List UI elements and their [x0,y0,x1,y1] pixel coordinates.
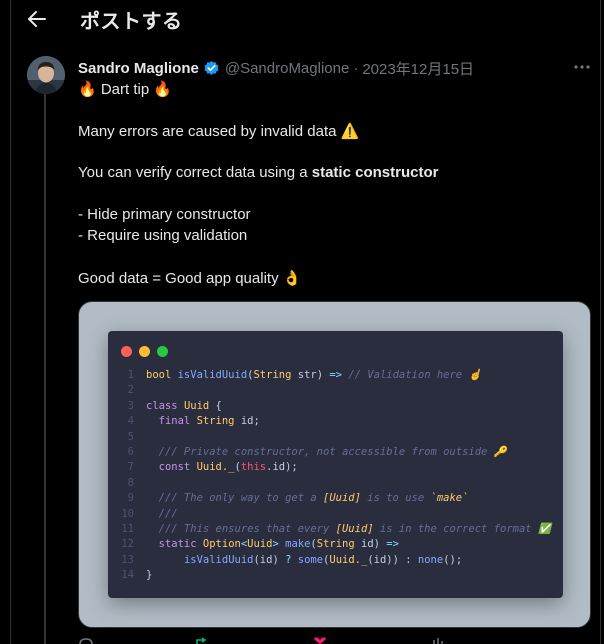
action-bar [78,637,591,644]
line-number: 14 [121,569,134,582]
line-number: 9 [127,492,134,505]
views-icon[interactable] [430,637,446,644]
code-line: 11 /// This ensures that every [Uuid] is… [108,522,563,537]
author-name[interactable]: Sandro Maglione [78,60,199,77]
code-line: 8 [108,476,563,491]
line-number: 3 [127,399,134,412]
post-detail-page: ポストする Sandro Maglione @SandroMaglione · … [0,0,604,644]
line-number: 2 [127,384,134,397]
line-number: 13 [121,553,134,566]
code-line: 1 bool isValidUuid(String str) => // Val… [108,368,563,383]
tweet-line-1: 🔥 Dart tip 🔥 [78,81,173,98]
code-line: 6 /// Private constructor, not accessibl… [108,445,563,460]
column-divider-right [600,0,601,644]
post-media-image[interactable]: 1 bool isValidUuid(String str) => // Val… [78,301,591,628]
window-zoom-dot [157,346,168,357]
code-line: 12 static Option<Uuid> make(String id) =… [108,537,563,552]
back-arrow-icon [28,11,46,27]
tweet-line-2: Many errors are caused by invalid data ⚠… [78,123,360,140]
author-handle[interactable]: @SandroMaglione [225,60,349,77]
column-divider-left [10,0,11,644]
window-minimize-dot [139,346,150,357]
code-line: 13 isValidUuid(id) ? some(Uuid._(id)) : … [108,553,563,568]
code-window: 1 bool isValidUuid(String str) => // Val… [108,331,563,598]
code-line: 5 [108,430,563,445]
code-block: 1 bool isValidUuid(String str) => // Val… [108,368,563,583]
repost-icon[interactable] [194,637,210,644]
tweet-line-5: - Require using validation [78,227,248,244]
author-avatar[interactable] [27,56,65,94]
more-options-button[interactable] [572,58,592,76]
line-number: 12 [121,538,134,551]
tweet-line-6: Good data = Good app quality 👌 [78,270,302,287]
back-button[interactable] [27,9,47,29]
author-row: Sandro Maglione @SandroMaglione · 2023年1… [78,58,474,78]
post-date[interactable]: 2023年12月15日 [362,58,474,79]
line-number: 11 [121,522,134,535]
line-number: 8 [127,476,134,489]
code-line: 9 /// The only way to get a [Uuid] is to… [108,491,563,506]
tweet-line-3-bold: static constructor [311,164,439,181]
line-number: 1 [127,369,134,381]
tweet-line-3: You can verify correct data using a stat… [78,164,438,181]
line-number: 6 [127,445,134,458]
code-line: 3 class Uuid { [108,399,563,414]
top-header: ポストする [0,0,604,36]
verified-badge-icon [204,60,219,75]
line-number: 4 [127,415,134,428]
line-number: 5 [127,430,134,443]
code-line: 4 final String id; [108,414,563,429]
code-line: 2 [108,383,563,398]
code-line: 10 /// [108,507,563,522]
reply-icon[interactable] [78,637,94,644]
tweet-line-4: - Hide primary constructor [78,206,251,223]
line-number: 7 [127,461,134,474]
separator-dot: · [353,59,359,77]
code-line: 7 const Uuid._(this.id); [108,460,563,475]
thread-connector-line [44,94,46,644]
tweet-line-3-text: You can verify correct data using a [78,164,312,181]
code-line: 14 } [108,568,563,583]
window-close-dot [121,346,132,357]
avatar-image [27,56,65,94]
line-number: 10 [121,507,134,520]
like-icon[interactable] [312,637,328,644]
more-dots-icon [574,65,590,69]
page-title: ポストする [80,11,183,33]
